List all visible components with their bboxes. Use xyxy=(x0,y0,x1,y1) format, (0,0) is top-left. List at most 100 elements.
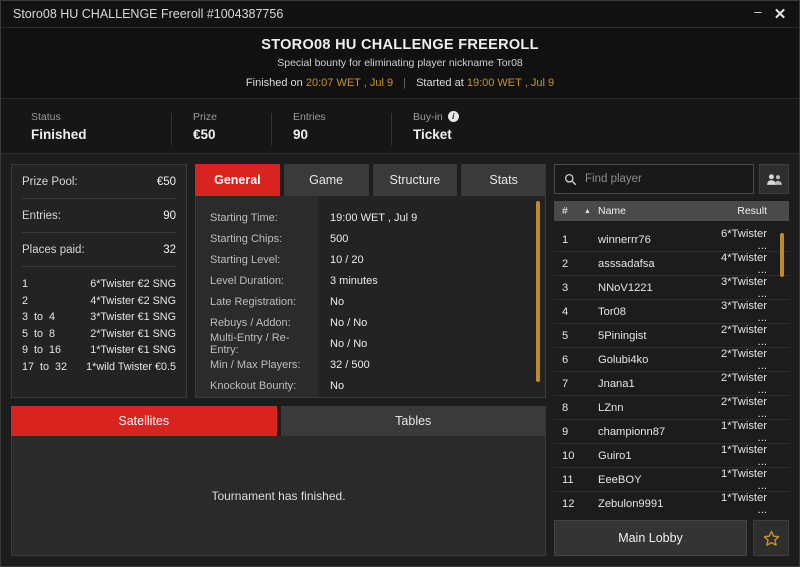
column-header-result[interactable]: Result xyxy=(709,205,781,217)
player-row[interactable]: 10 Guiro1 1*Twister ... xyxy=(554,444,789,468)
detail-value: No xyxy=(330,379,345,392)
player-row[interactable]: 7 Jnana1 2*Twister ... xyxy=(554,372,789,396)
player-name: Jnana1 xyxy=(598,377,635,390)
player-name: NNoV1221 xyxy=(598,281,653,294)
detail-scrollbar-track[interactable] xyxy=(536,201,540,392)
column-header-name[interactable]: Name xyxy=(598,205,709,217)
tab-stats[interactable]: Stats xyxy=(461,164,546,196)
payout-list: 1 6*Twister €2 SNG 2 4*Twister €2 SNG 3 … xyxy=(22,267,176,375)
player-list-scrollbar-track[interactable] xyxy=(780,233,784,508)
prize-pool-label: Prize Pool: xyxy=(22,175,78,188)
player-row[interactable]: 3 NNoV1221 3*Twister ... xyxy=(554,276,789,300)
players-column: # ▲ Name Result 1 winnerrr76 6*Twister .… xyxy=(554,164,789,556)
player-row[interactable]: 11 EeeBOY 1*Twister ... xyxy=(554,468,789,492)
player-row[interactable]: 8 LZnn 2*Twister ... xyxy=(554,396,789,420)
stat-status-value: Finished xyxy=(31,126,87,142)
satellites-message: Tournament has finished. xyxy=(211,488,346,503)
entries-value: 90 xyxy=(163,209,176,222)
stat-buyin-label-text: Buy-in xyxy=(413,110,443,123)
player-row[interactable]: 6 Golubi4ko 2*Twister ... xyxy=(554,348,789,372)
detail-label: Knockout Bounty: xyxy=(210,379,297,392)
detail-label: Late Registration: xyxy=(210,295,297,308)
player-result: 2*Twister ... xyxy=(720,323,767,348)
player-row[interactable]: 2 asssadafsa 4*Twister ... xyxy=(554,252,789,276)
stat-status: Status Finished xyxy=(31,111,171,142)
time-separator: | xyxy=(403,77,407,89)
payout-place: 3 to 4 xyxy=(22,311,56,323)
detail-scrollbar-thumb[interactable] xyxy=(536,201,540,383)
search-icon xyxy=(564,173,577,185)
player-search-row xyxy=(554,164,789,194)
people-icon xyxy=(766,173,782,185)
tab-satellites[interactable]: Satellites xyxy=(11,406,277,436)
player-rank: 3 xyxy=(562,281,569,294)
detail-label: Multi-Entry / Re-Entry: xyxy=(210,331,290,356)
minimize-button[interactable]: – xyxy=(747,3,769,25)
player-row[interactable]: 12 Zebulon9991 1*Twister ... xyxy=(554,492,789,514)
finished-label: Finished on xyxy=(245,77,303,89)
places-paid-label: Places paid: xyxy=(22,243,85,256)
satellites-body: Tournament has finished. xyxy=(11,436,546,556)
upper-section: Prize Pool: €50 Entries: 90 Places paid:… xyxy=(11,164,546,398)
payout-prize: 1*Twister €1 SNG xyxy=(90,344,176,356)
detail-value: No / No xyxy=(330,337,368,350)
player-row[interactable]: 4 Tor08 3*Twister ... xyxy=(554,300,789,324)
player-name: 5Piningist xyxy=(598,329,647,342)
detail-label: Rebuys / Addon: xyxy=(210,316,291,329)
detail-value: 500 xyxy=(330,232,349,245)
detail-value: No xyxy=(330,295,345,308)
payout-row: 17 to 32 1*wild Twister €0.5 xyxy=(22,359,176,376)
stat-prize-value: €50 xyxy=(193,126,216,142)
detail-column: General Game Structure Stats Starting Ti… xyxy=(195,164,546,398)
tab-game[interactable]: Game xyxy=(283,164,369,196)
title-bar: Storo08 HU CHALLENGE Freeroll #100438775… xyxy=(1,1,799,28)
player-rank: 4 xyxy=(562,305,569,318)
player-row[interactable]: 1 winnerrr76 6*Twister ... xyxy=(554,228,789,252)
summary-stats-bar: Status Finished Prize €50 Entries 90 Buy… xyxy=(1,98,799,154)
payout-prize: 6*Twister €2 SNG xyxy=(90,278,176,290)
lobby-body: Prize Pool: €50 Entries: 90 Places paid:… xyxy=(1,154,799,566)
player-result: 6*Twister ... xyxy=(720,228,767,252)
column-header-num[interactable]: # xyxy=(562,205,584,217)
player-result: 2*Twister ... xyxy=(720,395,767,420)
payout-row: 5 to 8 2*Twister €1 SNG xyxy=(22,326,176,343)
tournament-subtitle: Special bounty for eliminating player ni… xyxy=(277,57,523,69)
favorite-button[interactable] xyxy=(753,520,789,556)
player-rank: 6 xyxy=(562,353,569,366)
player-name: Guiro1 xyxy=(598,449,632,462)
detail-value: 3 minutes xyxy=(330,274,378,287)
payout-row: 1 6*Twister €2 SNG xyxy=(22,276,176,293)
started-time: 19:00 WET , Jul 9 xyxy=(466,77,555,89)
payout-row: 3 to 4 3*Twister €1 SNG xyxy=(22,309,176,326)
tab-structure[interactable]: Structure xyxy=(372,164,458,196)
tab-tables[interactable]: Tables xyxy=(280,406,546,436)
player-row[interactable]: 5 5Piningist 2*Twister ... xyxy=(554,324,789,348)
player-row[interactable]: 9 championn87 1*Twister ... xyxy=(554,420,789,444)
sort-ascending-icon[interactable]: ▲ xyxy=(584,208,598,215)
general-detail-panel: Starting Time: Starting Chips: Starting … xyxy=(195,196,546,398)
player-result: 3*Twister ... xyxy=(720,299,767,324)
search-box[interactable] xyxy=(554,164,754,194)
player-rank: 9 xyxy=(562,425,569,438)
player-name: LZnn xyxy=(598,401,624,414)
started-label: Started at xyxy=(416,77,464,89)
detail-labels: Starting Time: Starting Chips: Starting … xyxy=(196,196,318,397)
player-name: championn87 xyxy=(598,425,666,438)
main-lobby-button[interactable]: Main Lobby xyxy=(554,520,747,556)
entries-label: Entries: xyxy=(22,209,61,222)
player-list-scrollbar-thumb[interactable] xyxy=(780,233,784,277)
stat-prize: Prize €50 xyxy=(171,110,271,145)
tab-general[interactable]: General xyxy=(195,164,280,196)
places-paid-row: Places paid: 32 xyxy=(22,233,176,267)
player-name: EeeBOY xyxy=(598,473,642,486)
friends-button[interactable] xyxy=(759,164,789,194)
tournament-header: STORO08 HU CHALLENGE FREEROLL Special bo… xyxy=(1,28,799,98)
search-input[interactable] xyxy=(585,173,744,185)
stat-prize-label: Prize xyxy=(193,110,217,123)
info-icon[interactable]: i xyxy=(447,111,459,122)
tournament-lobby-window: Storo08 HU CHALLENGE Freeroll #100438775… xyxy=(0,0,800,567)
player-list[interactable]: 1 winnerrr76 6*Twister ... 2 asssadafsa … xyxy=(554,228,789,513)
player-name: Zebulon9991 xyxy=(598,497,664,510)
detail-label: Starting Chips: xyxy=(210,232,283,245)
close-button[interactable]: ✕ xyxy=(769,3,791,25)
